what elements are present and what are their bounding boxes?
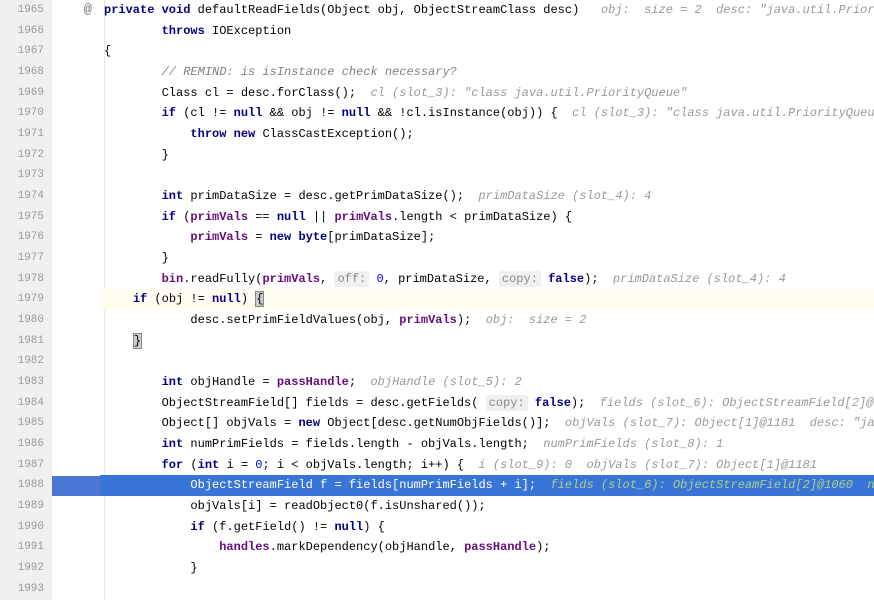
code-line[interactable] [100,579,874,600]
code-line[interactable]: ObjectStreamField f = fields[numPrimFiel… [100,475,874,496]
line-number: 1980 [0,310,44,331]
code-line[interactable]: Object[] objVals = new Object[desc.getNu… [100,413,874,434]
line-number: 1993 [0,579,44,600]
code-line[interactable]: } [100,145,874,166]
line-number: 1991 [0,537,44,558]
line-number: 1979 [0,289,44,310]
code-line[interactable]: } [100,558,874,579]
code-line[interactable]: if (obj != null) { [100,289,874,310]
code-line[interactable]: handles.markDependency(objHandle, passHa… [100,537,874,558]
code-editor: 1965196619671968196919701971197219731974… [0,0,874,600]
modified-marker: @ [84,0,92,21]
line-gutter: 1965196619671968196919701971197219731974… [0,0,52,600]
code-line[interactable]: throw new ClassCastException(); [100,124,874,145]
line-number: 1992 [0,558,44,579]
line-number: 1990 [0,517,44,538]
code-area[interactable]: private void defaultReadFields(Object ob… [100,0,874,600]
editor-margin[interactable]: @ [52,0,100,600]
code-line[interactable]: if (primVals == null || primVals.length … [100,207,874,228]
line-number: 1986 [0,434,44,455]
code-line[interactable]: if (cl != null && obj != null && !cl.isI… [100,103,874,124]
code-line[interactable]: ObjectStreamField[] fields = desc.getFie… [100,393,874,414]
line-number: 1972 [0,145,44,166]
code-line[interactable]: if (f.getField() != null) { [100,517,874,538]
code-line[interactable]: } [100,331,874,352]
code-line[interactable] [100,351,874,372]
code-line[interactable]: throws IOException [100,21,874,42]
code-line[interactable]: // REMIND: is isInstance check necessary… [100,62,874,83]
code-line[interactable]: desc.setPrimFieldValues(obj, primVals); … [100,310,874,331]
line-number: 1973 [0,165,44,186]
code-line[interactable]: primVals = new byte[primDataSize]; [100,227,874,248]
line-number: 1975 [0,207,44,228]
line-number: 1965 [0,0,44,21]
code-line[interactable] [100,165,874,186]
line-number: 1967 [0,41,44,62]
line-number: 1970 [0,103,44,124]
line-number: 1966 [0,21,44,42]
code-line[interactable]: int primDataSize = desc.getPrimDataSize(… [100,186,874,207]
line-number: 1984 [0,393,44,414]
code-line[interactable]: Class cl = desc.forClass(); cl (slot_3):… [100,83,874,104]
line-number: 1988 [0,475,44,496]
code-line[interactable]: { [100,41,874,62]
code-line[interactable]: int numPrimFields = fields.length - objV… [100,434,874,455]
code-line[interactable]: for (int i = 0; i < objVals.length; i++)… [100,455,874,476]
line-number: 1978 [0,269,44,290]
line-number: 1983 [0,372,44,393]
line-number: 1971 [0,124,44,145]
line-number: 1968 [0,62,44,83]
code-line[interactable]: bin.readFully(primVals, off: 0, primData… [100,269,874,290]
line-number: 1976 [0,227,44,248]
line-number: 1982 [0,351,44,372]
line-number: 1974 [0,186,44,207]
line-number: 1977 [0,248,44,269]
code-line[interactable]: } [100,248,874,269]
code-line[interactable]: private void defaultReadFields(Object ob… [100,0,874,21]
line-number: 1985 [0,413,44,434]
execution-point-marker[interactable] [52,476,100,497]
line-number: 1981 [0,331,44,352]
line-number: 1989 [0,496,44,517]
line-number: 1987 [0,455,44,476]
code-line[interactable]: int objHandle = passHandle; objHandle (s… [100,372,874,393]
line-number: 1969 [0,83,44,104]
code-line[interactable]: objVals[i] = readObject0(f.isUnshared())… [100,496,874,517]
